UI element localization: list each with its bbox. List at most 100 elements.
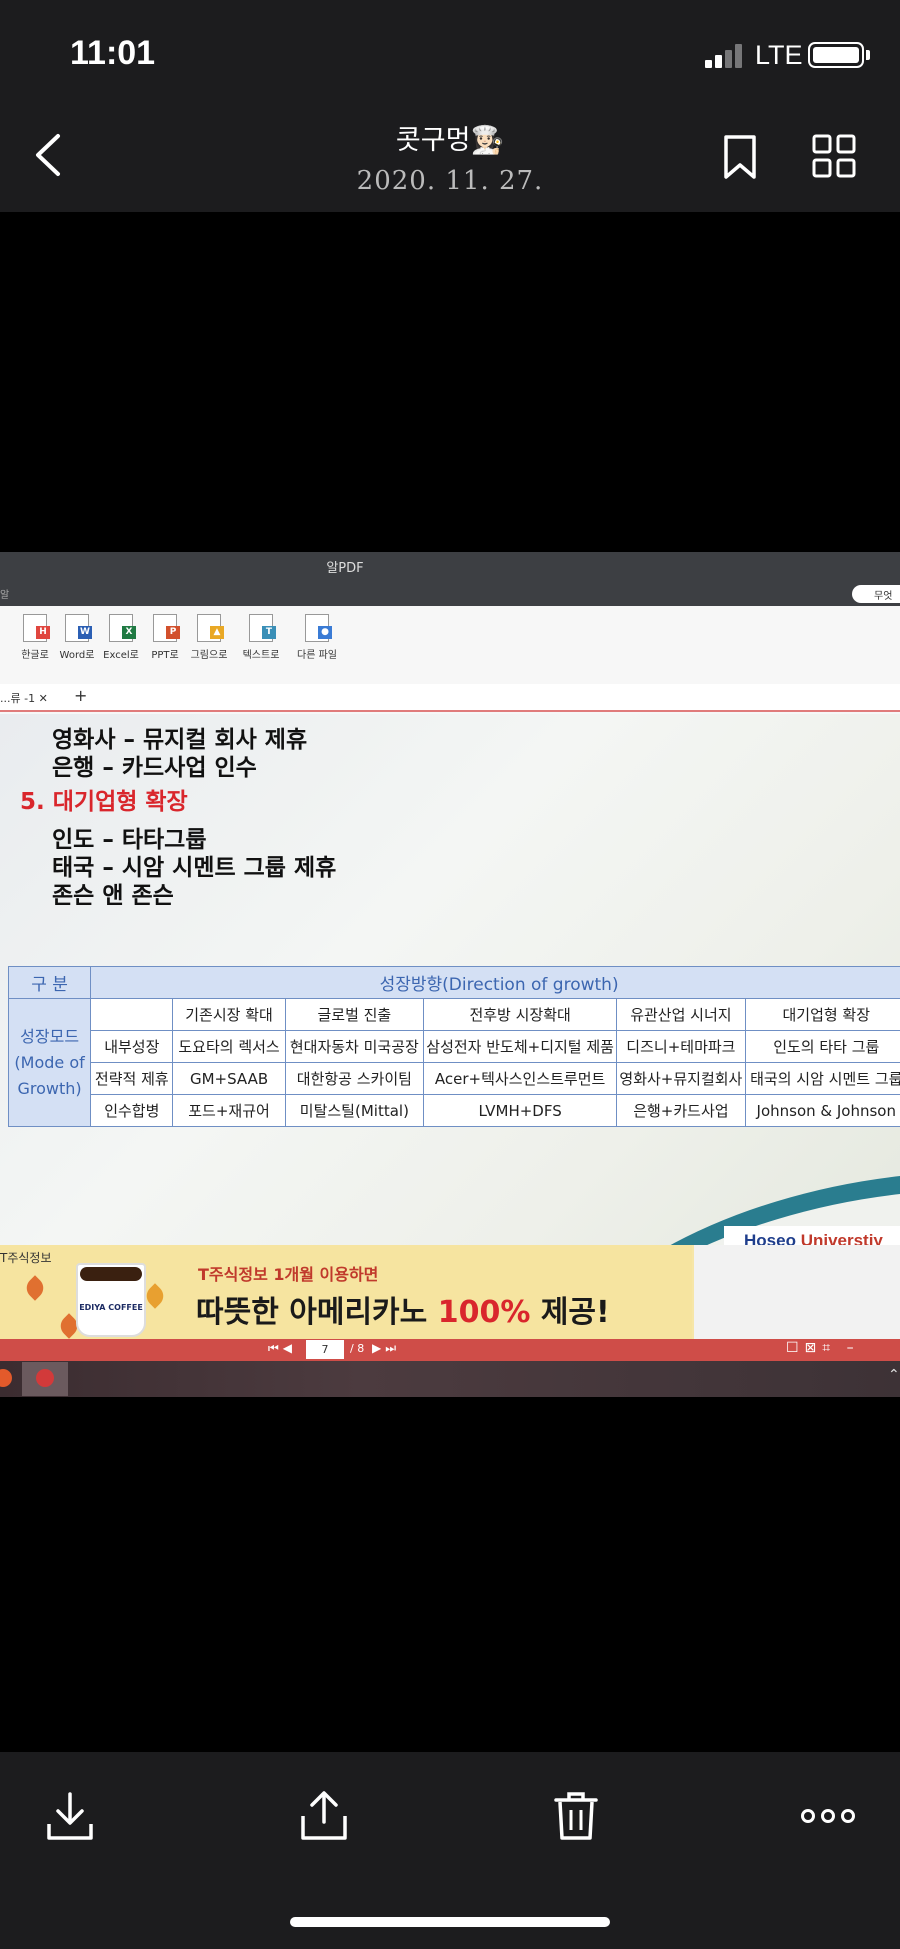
- table-row: 전략적 제휴 GM+SAAB 대한항공 스카이팀 Acer+텍사스인스트루먼트 …: [9, 1062, 900, 1095]
- table-cell: 대한항공 스카이팀: [284, 1062, 425, 1095]
- convert-button-label: 텍스트로: [242, 650, 280, 661]
- grid-view-icon[interactable]: [812, 134, 856, 178]
- add-tab-icon: +: [74, 686, 88, 705]
- convert-button: H 한글로: [12, 614, 58, 661]
- slide-line: 존슨 앤 존슨: [52, 883, 174, 909]
- app-menu-fragment: 알: [0, 590, 10, 601]
- convert-button: W Word로: [54, 614, 100, 661]
- page-number-input: 7: [306, 1340, 344, 1359]
- table-cell: 삼성전자 반도체+디지털 제품: [423, 1030, 618, 1063]
- table-col-header: 유관산업 시너지: [616, 998, 746, 1031]
- table-cell: Johnson & Johnson: [744, 1094, 900, 1127]
- document-tab-row: ...류 -1 ✕ +: [0, 684, 900, 712]
- battery-icon: [808, 42, 864, 68]
- file-format-icon: W: [65, 614, 92, 642]
- table-cell: 도요타의 렉서스: [172, 1030, 286, 1063]
- table-col-header: 기존시장 확대: [172, 998, 286, 1031]
- table-cell: Acer+텍사스인스트루먼트: [423, 1062, 618, 1095]
- convert-button: ● 다른 파일: [294, 614, 340, 661]
- table-diagonal-cell: [90, 998, 174, 1031]
- page-nav-bar: ⏮◀ 7 / 8 ▶⏭ ☐⊠⌗ –: [0, 1339, 900, 1361]
- convert-button: T 텍스트로: [238, 614, 284, 661]
- table-row-label: 전략적 제휴: [90, 1062, 174, 1095]
- table-cell: GM+SAAB: [172, 1062, 286, 1095]
- next-last-page-icon: ▶⏭: [372, 1341, 401, 1355]
- slide-line: 은행 – 카드사업 인수: [52, 755, 257, 781]
- leaf-icon: [22, 1275, 48, 1301]
- cup-brand: EDIYA COFFEE: [79, 1303, 143, 1312]
- table-corner: 구 분: [7, 966, 92, 999]
- network-type: LTE: [755, 40, 803, 70]
- convert-button-label: 그림으로: [190, 650, 228, 661]
- photo-date: 2020. 11. 27.: [356, 166, 544, 196]
- table-col-header: 전후방 시장확대: [423, 998, 618, 1031]
- table-row-label: 내부성장: [90, 1030, 174, 1063]
- share-icon[interactable]: [300, 1790, 348, 1842]
- table-cell: 태국의 시암 시멘트 그룹: [744, 1062, 900, 1095]
- file-format-icon: ▲: [197, 614, 224, 642]
- table-row-label: 인수합병: [90, 1094, 174, 1127]
- slide-content: 영화사 – 뮤지컬 회사 제휴 은행 – 카드사업 인수 5. 대기업형 확장 …: [0, 714, 900, 1297]
- table-mode-header: 성장모드 (Mode of Growth): [7, 998, 92, 1127]
- ad-label: T주식정보: [0, 1251, 52, 1265]
- table-col-header: 대기업형 확장: [744, 998, 900, 1031]
- convert-button: X Excel로: [98, 614, 144, 661]
- convert-button-label: 한글로: [21, 650, 49, 661]
- file-format-icon: T: [249, 614, 276, 642]
- file-format-icon: X: [109, 614, 136, 642]
- leaf-icon: [142, 1283, 168, 1309]
- album-title: 콧구멍👩🏻‍🍳: [395, 125, 505, 156]
- table-cell: 현대자동차 미국공장: [284, 1030, 425, 1063]
- growth-table: 구 분 성장방향(Direction of growth) 성장모드 (Mode…: [7, 966, 900, 1127]
- chevron-up-icon: ⌃: [888, 1367, 900, 1383]
- search-box: 무엇: [852, 585, 900, 603]
- ad-side-panel: [694, 1245, 900, 1339]
- photo-image: 알PDF 알 무엇 H 한글로 W Word로 X Excel로 P PPT로 ▲ 그림으로 T 텍스…: [0, 552, 900, 1397]
- app-title: 알PDF: [326, 561, 364, 576]
- ad-line-2: 따뜻한 아메리카노 100% 제공!: [196, 1295, 610, 1330]
- first-prev-page-icon: ⏮◀: [268, 1341, 297, 1355]
- convert-button: ▲ 그림으로: [186, 614, 232, 661]
- home-indicator[interactable]: [290, 1917, 610, 1927]
- search-text: 무엇: [874, 591, 893, 602]
- status-bar: 11:01 LTE: [0, 0, 900, 100]
- coffee-cup-icon: EDIYA COFFEE: [76, 1263, 146, 1337]
- table-cell: 인도의 타타 그룹: [744, 1030, 900, 1063]
- page-total: / 8: [350, 1342, 365, 1355]
- ad-banner: T주식정보 EDIYA COFFEE T주식정보 1개월 이용하면 따뜻한 아메…: [0, 1245, 900, 1339]
- more-options-icon[interactable]: [800, 1790, 856, 1842]
- convert-button: P PPT로: [142, 614, 188, 661]
- convert-button-label: PPT로: [151, 650, 179, 661]
- convert-button-label: Word로: [59, 650, 95, 661]
- convert-button-label: Excel로: [103, 650, 139, 661]
- document-tab: ...류 -1 ✕: [0, 692, 48, 705]
- slide-heading: 5. 대기업형 확장: [20, 789, 188, 815]
- table-cell: 영화사+뮤지컬회사: [616, 1062, 746, 1095]
- status-time: 11:01: [70, 34, 156, 72]
- table-cell: 포드+재규어: [172, 1094, 286, 1127]
- file-format-icon: H: [23, 614, 50, 642]
- taskbar-app-icon: [0, 1369, 12, 1387]
- app-titlebar: 알PDF 알 무엇: [0, 552, 900, 606]
- ad-content[interactable]: T주식정보 EDIYA COFFEE T주식정보 1개월 이용하면 따뜻한 아메…: [0, 1245, 692, 1339]
- taskbar-pdf-icon: [36, 1369, 54, 1387]
- table-cell: 은행+카드사업: [616, 1094, 746, 1127]
- trash-icon[interactable]: [552, 1790, 600, 1842]
- ad-line-1: T주식정보 1개월 이용하면: [198, 1265, 379, 1284]
- bookmark-icon[interactable]: [722, 134, 758, 180]
- table-row: 인수합병 포드+재규어 미탈스틸(Mittal) LVMH+DFS 은행+카드사…: [9, 1094, 900, 1127]
- table-cell: 미탈스틸(Mittal): [284, 1094, 425, 1127]
- file-format-icon: P: [153, 614, 180, 642]
- taskbar: ⌃: [0, 1361, 900, 1397]
- table-cell: LVMH+DFS: [423, 1094, 618, 1127]
- table-col-header: 글로벌 진출: [284, 998, 425, 1031]
- signal-icon: [705, 44, 745, 68]
- file-format-icon: ●: [305, 614, 332, 642]
- view-mode-icons: ☐⊠⌗ –: [786, 1340, 860, 1356]
- table-cell: 디즈니+테마파크: [616, 1030, 746, 1063]
- photo-header: 콧구멍👩🏻‍🍳 2020. 11. 27.: [0, 100, 900, 212]
- table-row: 내부성장 도요타의 렉서스 현대자동차 미국공장 삼성전자 반도체+디지털 제품…: [9, 1030, 900, 1063]
- battery-tip: [866, 50, 870, 60]
- convert-button-label: 다른 파일: [297, 650, 337, 661]
- download-icon[interactable]: [46, 1790, 94, 1842]
